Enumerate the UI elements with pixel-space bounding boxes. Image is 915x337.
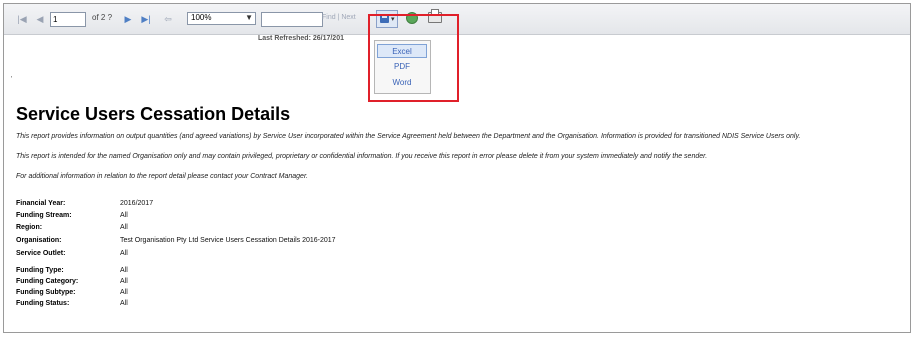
find-next-links: Find | Next: [322, 14, 356, 21]
report-viewer-frame: |◀ ◀ of 2 ? ▶ ▶| ⇦ 100% ▼ Find | Next ▾ …: [3, 3, 911, 333]
param-label: Funding Category:: [16, 278, 79, 285]
last-refreshed-label: Last Refreshed: 26/17/201: [258, 35, 344, 42]
param-value: All: [120, 278, 128, 285]
first-page-icon[interactable]: |◀: [16, 13, 28, 25]
stray-marker: ': [11, 76, 13, 83]
report-confidentiality-note: This report is intended for the named Or…: [16, 153, 708, 160]
find-link[interactable]: Find: [322, 14, 336, 21]
param-label: Funding Stream:: [16, 212, 72, 219]
param-value: All: [120, 250, 128, 257]
report-description: This report provides information on outp…: [16, 133, 801, 140]
param-label: Funding Subtype:: [16, 289, 76, 296]
param-value: All: [120, 289, 128, 296]
param-value: All: [120, 212, 128, 219]
param-label: Region:: [16, 224, 43, 231]
param-label: Service Outlet:: [16, 250, 66, 257]
param-label: Funding Type:: [16, 267, 64, 274]
next-page-icon[interactable]: ▶: [122, 13, 134, 25]
back-icon[interactable]: ⇦: [162, 13, 174, 25]
param-label: Organisation:: [16, 237, 62, 244]
param-label: Financial Year:: [16, 200, 66, 207]
page-count-label: of 2 ?: [92, 13, 113, 22]
param-value: Test Organisation Pty Ltd Service Users …: [120, 237, 336, 244]
report-title: Service Users Cessation Details: [16, 104, 291, 124]
param-value: All: [120, 300, 128, 307]
next-link[interactable]: Next: [341, 14, 355, 21]
zoom-select[interactable]: 100% ▼: [187, 12, 256, 25]
highlight-box: [368, 14, 459, 102]
link-separator: |: [337, 14, 340, 21]
find-input[interactable]: [261, 12, 323, 27]
param-value: All: [120, 267, 128, 274]
chevron-down-icon: ▼: [245, 13, 253, 22]
param-value: All: [120, 224, 128, 231]
prev-page-icon[interactable]: ◀: [34, 13, 46, 25]
report-contact-note: For additional information in relation t…: [16, 173, 308, 180]
last-page-icon[interactable]: ▶|: [140, 13, 152, 25]
page-number-input[interactable]: [50, 12, 86, 27]
param-value: 2016/2017: [120, 200, 154, 207]
zoom-value: 100%: [191, 13, 212, 22]
param-label: Funding Status:: [16, 300, 70, 307]
